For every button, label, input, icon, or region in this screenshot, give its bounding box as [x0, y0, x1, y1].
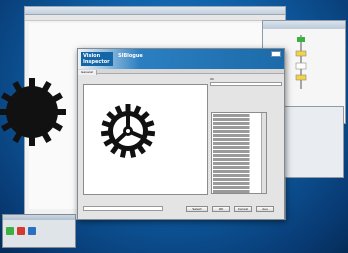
- play-icon[interactable]: [6, 227, 14, 235]
- taskbar-window[interactable]: [2, 214, 76, 248]
- results-list[interactable]: [211, 112, 267, 194]
- flowchart-window-titlebar[interactable]: [263, 21, 345, 29]
- vision-inspector-dialog[interactable]: Vision Inspector SlBlogue General Ok Sel…: [77, 48, 285, 220]
- list-item[interactable]: [213, 190, 265, 193]
- taskbar-buttons: [6, 227, 36, 235]
- list-item[interactable]: [213, 134, 265, 137]
- list-item[interactable]: [213, 122, 265, 125]
- dialog-header: Vision Inspector SlBlogue: [78, 49, 284, 69]
- dialog-title: SlBlogue: [118, 53, 143, 59]
- list-item[interactable]: [213, 186, 265, 189]
- list-item[interactable]: [213, 126, 265, 129]
- background-gear-image: [0, 78, 66, 146]
- list-item[interactable]: [213, 174, 265, 177]
- list-item[interactable]: [213, 138, 265, 141]
- list-item[interactable]: [213, 158, 265, 161]
- cancel-button[interactable]: Cancel: [234, 206, 252, 212]
- side-panel-field[interactable]: [210, 82, 282, 86]
- list-item[interactable]: [213, 178, 265, 181]
- list-item[interactable]: [213, 130, 265, 133]
- path-field[interactable]: [83, 206, 163, 211]
- close-button[interactable]: [271, 51, 281, 57]
- properties-panel[interactable]: [282, 106, 344, 178]
- list-item[interactable]: [213, 118, 265, 121]
- logo-line-2: Inspector: [83, 59, 110, 65]
- background-window-toolbar: [25, 15, 285, 21]
- list-item[interactable]: [213, 146, 265, 149]
- background-window-titlebar[interactable]: [25, 7, 285, 15]
- ok-button[interactable]: OK: [212, 206, 230, 212]
- list-item[interactable]: [213, 142, 265, 145]
- list-scrollbar[interactable]: [261, 113, 266, 193]
- list-item[interactable]: [213, 166, 265, 169]
- vision-inspector-logo: Vision Inspector: [81, 52, 113, 66]
- list-item[interactable]: [213, 150, 265, 153]
- side-panel-label: Ok: [210, 77, 215, 81]
- image-preview[interactable]: [83, 84, 208, 195]
- side-panel: Ok: [210, 77, 282, 217]
- list-item[interactable]: [213, 162, 265, 165]
- desktop: Vision Inspector SlBlogue General Ok Sel…: [0, 0, 348, 253]
- list-item[interactable]: [213, 154, 265, 157]
- tab-general[interactable]: General: [78, 70, 97, 75]
- gear-preview-image: [100, 104, 156, 158]
- list-item[interactable]: [213, 114, 265, 117]
- tab-bar: General: [78, 69, 284, 75]
- apply-button[interactable]: Aus: [256, 206, 274, 212]
- list-item[interactable]: [213, 170, 265, 173]
- window-icon[interactable]: [28, 227, 36, 235]
- list-item[interactable]: [213, 182, 265, 185]
- taskbar-window-titlebar[interactable]: [3, 215, 75, 220]
- stop-icon[interactable]: [17, 227, 25, 235]
- select-button[interactable]: Select: [186, 206, 208, 212]
